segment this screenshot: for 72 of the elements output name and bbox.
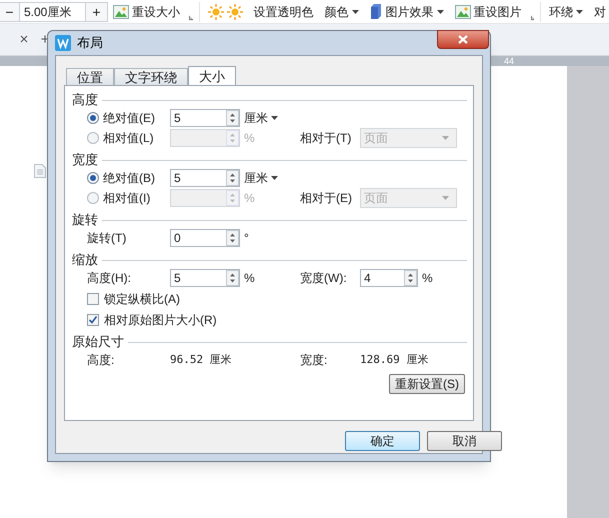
field-label: 相对值(L) <box>103 130 154 147</box>
section-title: 旋转 <box>72 211 99 230</box>
spinner-arrows-icon <box>226 110 239 126</box>
caret-icon <box>442 136 449 140</box>
field-label: 相对值(I) <box>103 190 150 207</box>
unit-label: ° <box>244 230 249 247</box>
spin-field[interactable]: 5 <box>170 169 240 187</box>
caret-icon <box>442 196 449 200</box>
cube-icon <box>370 4 382 19</box>
toolbar-button[interactable]: 图片效果 <box>366 2 446 22</box>
picture-icon <box>113 4 129 18</box>
field-label: 相对于(T) <box>300 130 352 147</box>
field-label: 相对于(E) <box>300 190 353 207</box>
field-label: 宽度(W): <box>300 270 348 287</box>
radio-button[interactable] <box>87 112 99 124</box>
spinner-arrows-icon <box>404 270 417 286</box>
field-label: 宽度: <box>300 352 328 369</box>
unit-label: % <box>244 190 255 207</box>
spin-field[interactable]: 0 <box>170 229 240 247</box>
section-title: 高度 <box>72 91 99 110</box>
sun-icon <box>226 4 242 20</box>
dialog-button[interactable]: 取消 <box>427 431 502 451</box>
toolbar-button[interactable]: 重设大小 <box>110 2 183 22</box>
caret-icon <box>576 10 583 14</box>
ruler-number: 44 <box>504 56 514 66</box>
document-icon <box>34 164 46 178</box>
unit-label: % <box>244 270 255 287</box>
caret-icon <box>352 10 358 14</box>
close-icon <box>458 35 468 44</box>
spinner-arrows-icon <box>226 270 239 286</box>
picture-icon <box>454 4 470 18</box>
radio-button[interactable] <box>87 172 99 184</box>
reset-button[interactable]: 重新设置(S) <box>389 374 465 394</box>
sun-icon <box>208 4 224 20</box>
spinner-arrows-icon <box>226 190 239 206</box>
toolbar-button[interactable]: 设置透明色 <box>250 2 316 22</box>
toolbar-button[interactable]: 颜色 <box>322 2 362 22</box>
field-label: 锁定纵横比(A) <box>104 290 180 308</box>
close-tab-button[interactable]: × <box>15 30 33 48</box>
field-label: 高度(H): <box>87 270 131 287</box>
spin-field[interactable]: 5 <box>170 269 240 287</box>
toolbar-button[interactable]: 重设图片 <box>452 2 524 22</box>
spinner-arrows-icon <box>226 170 239 186</box>
section-title: 原始尺寸 <box>72 333 125 352</box>
field-label: 相对原始图片大小(R) <box>104 312 217 328</box>
size-value: 128.69 厘米 <box>360 352 428 368</box>
toolbar-button[interactable]: 对 <box>591 2 609 22</box>
field-label: 旋转(T) <box>87 230 126 247</box>
spin-field[interactable]: 5 <box>170 109 240 127</box>
spinner-arrows-icon <box>226 230 239 246</box>
checkbox[interactable] <box>87 314 99 326</box>
toolbar-button[interactable]: 环绕 <box>546 2 586 22</box>
field-label: 绝对值(E) <box>103 110 155 127</box>
section-title: 缩放 <box>72 251 99 270</box>
unit-label: % <box>244 130 255 147</box>
unit-label: 厘米 <box>244 170 268 187</box>
close-button[interactable] <box>437 30 489 49</box>
field-label: 高度: <box>87 352 114 369</box>
unit-label: 厘米 <box>244 110 268 127</box>
tab[interactable]: 位置 <box>66 68 114 85</box>
checkbox[interactable] <box>87 292 99 304</box>
unit-label: % <box>422 270 433 287</box>
dialog-button[interactable]: 确定 <box>345 431 420 451</box>
size-value: 96.52 厘米 <box>170 352 233 368</box>
tab[interactable]: 文字环绕 <box>114 68 188 85</box>
spin-field[interactable]: 4 <box>360 269 418 287</box>
spinner-arrows-icon <box>226 130 239 146</box>
app-logo-icon <box>55 35 71 51</box>
section-title: 宽度 <box>72 151 99 170</box>
window-title: 布局 <box>77 34 103 52</box>
tab[interactable]: 大小 <box>188 66 236 85</box>
field-label: 绝对值(B) <box>103 170 155 187</box>
